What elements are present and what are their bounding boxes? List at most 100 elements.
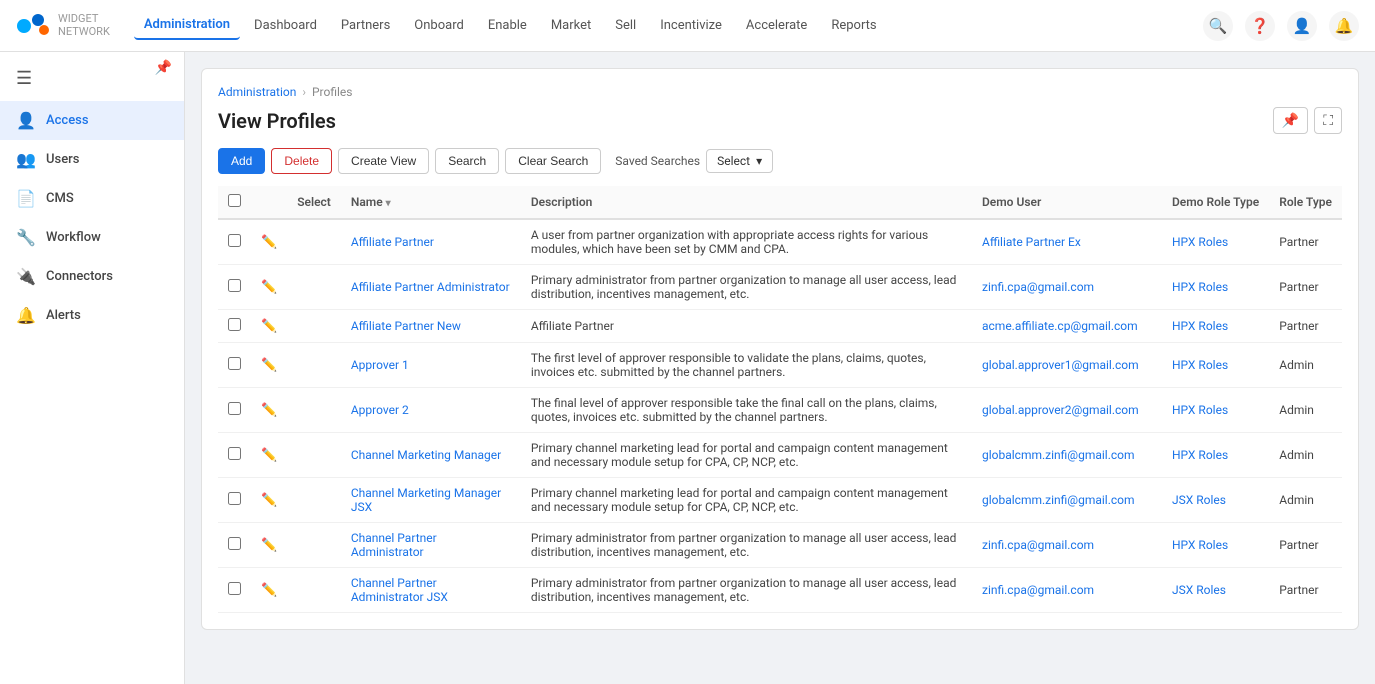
demo-role-link[interactable]: HPX Roles bbox=[1172, 403, 1228, 417]
edit-icon[interactable]: ✏️ bbox=[261, 403, 277, 418]
nav-administration[interactable]: Administration bbox=[134, 11, 240, 40]
table-row: ✏️ Channel Partner Administrator JSX Pri… bbox=[218, 568, 1342, 613]
nav-right-actions: 🔍 ❓ 👤 🔔 bbox=[1203, 11, 1359, 41]
row-checkbox[interactable] bbox=[228, 537, 241, 550]
sidebar-item-connectors[interactable]: 🔌 Connectors bbox=[0, 257, 184, 296]
sidebar-label-users: Users bbox=[46, 152, 79, 167]
profile-name-link[interactable]: Channel Marketing Manager JSX bbox=[351, 486, 501, 514]
demo-user-link[interactable]: acme.affiliate.cp@gmail.com bbox=[982, 319, 1138, 333]
row-demo-user-cell: global.approver2@gmail.com bbox=[972, 388, 1162, 433]
fullscreen-button[interactable]: ⛶ bbox=[1314, 107, 1342, 134]
row-checkbox[interactable] bbox=[228, 234, 241, 247]
profile-name-link[interactable]: Channel Marketing Manager bbox=[351, 448, 501, 462]
create-view-button[interactable]: Create View bbox=[338, 148, 429, 174]
row-checkbox-cell bbox=[218, 265, 251, 310]
row-checkbox[interactable] bbox=[228, 318, 241, 331]
add-button[interactable]: Add bbox=[218, 148, 265, 174]
col-header-name[interactable]: Name ▾ bbox=[341, 186, 521, 219]
demo-role-link[interactable]: JSX Roles bbox=[1172, 493, 1226, 507]
nav-market[interactable]: Market bbox=[541, 12, 601, 39]
edit-icon[interactable]: ✏️ bbox=[261, 235, 277, 250]
demo-user-link[interactable]: zinfi.cpa@gmail.com bbox=[982, 280, 1094, 294]
user-profile-button[interactable]: 👤 bbox=[1287, 11, 1317, 41]
sidebar-item-users[interactable]: 👥 Users bbox=[0, 140, 184, 179]
demo-user-link[interactable]: globalcmm.zinfi@gmail.com bbox=[982, 448, 1135, 462]
profile-name-link[interactable]: Affiliate Partner Administrator bbox=[351, 280, 510, 294]
profile-name-link[interactable]: Approver 2 bbox=[351, 403, 409, 417]
demo-user-link[interactable]: global.approver1@gmail.com bbox=[982, 358, 1139, 372]
row-role-type-cell: Partner bbox=[1269, 219, 1342, 265]
nav-sell[interactable]: Sell bbox=[605, 12, 646, 39]
row-demo-user-cell: globalcmm.zinfi@gmail.com bbox=[972, 478, 1162, 523]
demo-user-link[interactable]: zinfi.cpa@gmail.com bbox=[982, 583, 1094, 597]
edit-icon[interactable]: ✏️ bbox=[261, 493, 277, 508]
demo-role-link[interactable]: HPX Roles bbox=[1172, 358, 1228, 372]
sidebar-item-alerts[interactable]: 🔔 Alerts bbox=[0, 296, 184, 335]
profile-name-link[interactable]: Approver 1 bbox=[351, 358, 409, 372]
row-checkbox[interactable] bbox=[228, 357, 241, 370]
row-checkbox[interactable] bbox=[228, 447, 241, 460]
demo-role-link[interactable]: JSX Roles bbox=[1172, 583, 1226, 597]
nav-reports[interactable]: Reports bbox=[821, 12, 886, 39]
table-row: ✏️ Channel Marketing Manager Primary cha… bbox=[218, 433, 1342, 478]
row-edit-cell: ✏️ bbox=[251, 310, 287, 343]
breadcrumb-parent[interactable]: Administration bbox=[218, 85, 296, 99]
edit-icon[interactable]: ✏️ bbox=[261, 448, 277, 463]
demo-role-link[interactable]: HPX Roles bbox=[1172, 538, 1228, 552]
row-role-type-cell: Partner bbox=[1269, 310, 1342, 343]
row-select-cell bbox=[287, 219, 341, 265]
demo-role-link[interactable]: HPX Roles bbox=[1172, 280, 1228, 294]
row-role-type-cell: Partner bbox=[1269, 265, 1342, 310]
row-checkbox[interactable] bbox=[228, 492, 241, 505]
nav-partners[interactable]: Partners bbox=[331, 12, 400, 39]
row-checkbox[interactable] bbox=[228, 279, 241, 292]
row-edit-cell: ✏️ bbox=[251, 568, 287, 613]
row-checkbox[interactable] bbox=[228, 402, 241, 415]
saved-searches-select[interactable]: Select ▾ bbox=[706, 149, 773, 173]
nav-dashboard[interactable]: Dashboard bbox=[244, 12, 327, 39]
notifications-button[interactable]: 🔔 bbox=[1329, 11, 1359, 41]
sidebar-item-cms[interactable]: 📄 CMS bbox=[0, 179, 184, 218]
nav-accelerate[interactable]: Accelerate bbox=[736, 12, 817, 39]
unpin-button[interactable]: 📌 bbox=[1273, 107, 1308, 134]
help-button[interactable]: ❓ bbox=[1245, 11, 1275, 41]
demo-user-link[interactable]: globalcmm.zinfi@gmail.com bbox=[982, 493, 1135, 507]
sidebar-pin-icon[interactable]: 📌 bbox=[155, 60, 172, 76]
alerts-icon: 🔔 bbox=[16, 306, 36, 325]
search-button[interactable]: Search bbox=[435, 148, 499, 174]
nav-enable[interactable]: Enable bbox=[478, 12, 537, 39]
sidebar-item-access[interactable]: 👤 Access bbox=[0, 101, 184, 140]
row-name-cell: Affiliate Partner Administrator bbox=[341, 265, 521, 310]
row-edit-cell: ✏️ bbox=[251, 343, 287, 388]
profile-name-link[interactable]: Affiliate Partner bbox=[351, 235, 434, 249]
logo-line2: NETWORK bbox=[58, 26, 110, 38]
edit-icon[interactable]: ✏️ bbox=[261, 538, 277, 553]
demo-user-link[interactable]: zinfi.cpa@gmail.com bbox=[982, 538, 1094, 552]
demo-user-link[interactable]: global.approver2@gmail.com bbox=[982, 403, 1139, 417]
demo-role-link[interactable]: HPX Roles bbox=[1172, 319, 1228, 333]
search-button[interactable]: 🔍 bbox=[1203, 11, 1233, 41]
sidebar-item-workflow[interactable]: 🔧 Workflow bbox=[0, 218, 184, 257]
edit-icon[interactable]: ✏️ bbox=[261, 319, 277, 334]
profile-name-link[interactable]: Affiliate Partner New bbox=[351, 319, 461, 333]
row-description-cell: Primary administrator from partner organ… bbox=[521, 523, 972, 568]
edit-icon[interactable]: ✏️ bbox=[261, 583, 277, 598]
row-edit-cell: ✏️ bbox=[251, 219, 287, 265]
row-checkbox-cell bbox=[218, 310, 251, 343]
row-checkbox[interactable] bbox=[228, 582, 241, 595]
nav-onboard[interactable]: Onboard bbox=[404, 12, 474, 39]
demo-user-link[interactable]: Affiliate Partner Ex bbox=[982, 235, 1081, 249]
profile-name-link[interactable]: Channel Partner Administrator JSX bbox=[351, 576, 448, 604]
delete-button[interactable]: Delete bbox=[271, 148, 332, 174]
row-description-cell: The first level of approver responsible … bbox=[521, 343, 972, 388]
nav-incentivize[interactable]: Incentivize bbox=[650, 12, 732, 39]
edit-icon[interactable]: ✏️ bbox=[261, 280, 277, 295]
demo-role-link[interactable]: HPX Roles bbox=[1172, 235, 1228, 249]
profile-name-link[interactable]: Channel Partner Administrator bbox=[351, 531, 437, 559]
select-all-checkbox[interactable] bbox=[228, 194, 241, 207]
row-checkbox-cell bbox=[218, 478, 251, 523]
edit-icon[interactable]: ✏️ bbox=[261, 358, 277, 373]
clear-search-button[interactable]: Clear Search bbox=[505, 148, 601, 174]
row-role-type-cell: Admin bbox=[1269, 343, 1342, 388]
demo-role-link[interactable]: HPX Roles bbox=[1172, 448, 1228, 462]
